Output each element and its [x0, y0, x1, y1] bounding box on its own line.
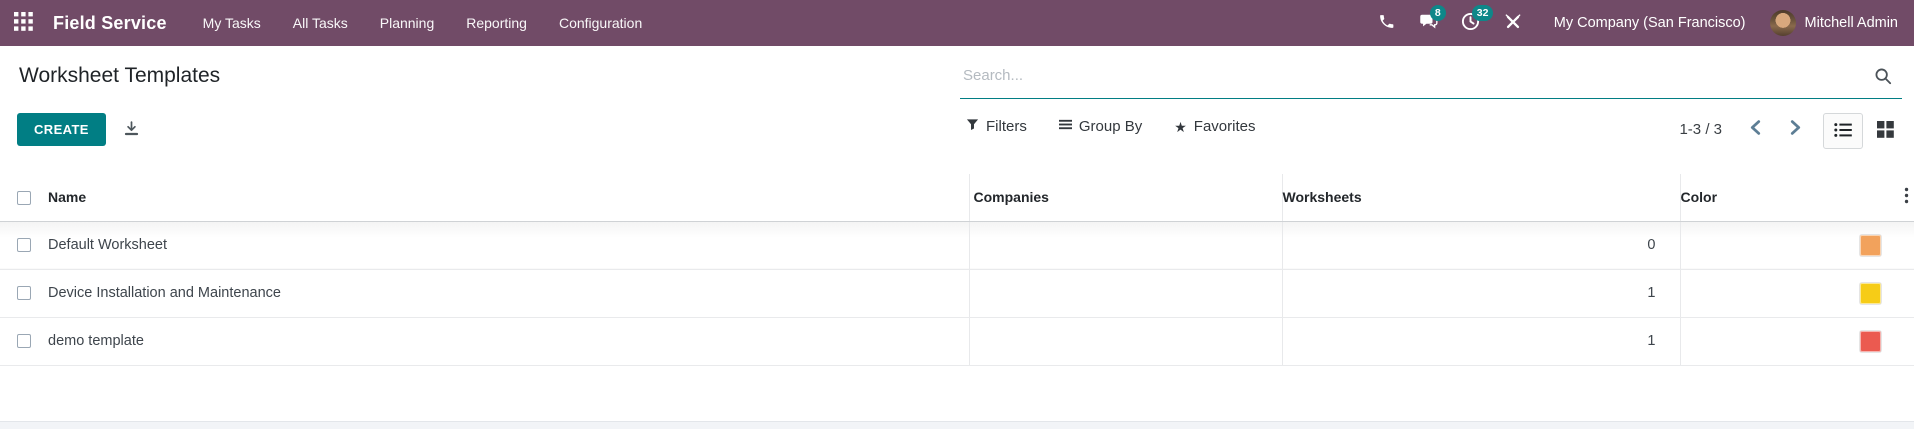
search-icon[interactable] — [1874, 67, 1892, 90]
worksheet-templates-table: Name Companies Worksheets Color Default … — [0, 174, 1914, 366]
row-worksheets[interactable]: 1 — [1281, 317, 1680, 366]
apps-grid-icon — [14, 12, 33, 34]
row-checkbox[interactable] — [17, 334, 31, 349]
nav-menu-item-my-tasks[interactable]: My Tasks — [187, 0, 277, 46]
export-button[interactable] — [123, 120, 140, 140]
column-header-color-label: Color — [1680, 189, 1718, 206]
row-checkbox[interactable] — [17, 286, 31, 301]
nav-menu-item-planning[interactable]: Planning — [364, 0, 451, 46]
page-title: Worksheet Templates — [19, 64, 221, 87]
table-row[interactable]: Device Installation and Maintenance 1 — [0, 269, 1914, 318]
search-bar — [960, 53, 1902, 99]
filter-funnel-icon — [966, 118, 979, 135]
color-swatch[interactable] — [1860, 234, 1881, 256]
nav-menu-item-all-tasks[interactable]: All Tasks — [277, 0, 364, 46]
row-worksheets[interactable]: 1 — [1281, 269, 1680, 318]
pager-value[interactable]: 1-3 / 3 — [1679, 121, 1722, 138]
chevron-right-icon — [1789, 120, 1802, 138]
nav-right: 8 32 My Company (San Francisco) Mitchell… — [1366, 0, 1914, 46]
favorites-label: Favorites — [1193, 118, 1256, 135]
pager: 1-3 / 3 — [1679, 120, 1802, 138]
messages-button[interactable]: 8 — [1408, 0, 1450, 46]
row-name[interactable]: Device Installation and Maintenance — [44, 269, 969, 318]
kanban-view-button[interactable] — [1865, 113, 1905, 149]
optional-columns-toggle[interactable] — [1904, 187, 1909, 208]
filters-label: Filters — [986, 118, 1027, 135]
group-by-label: Group By — [1078, 118, 1143, 135]
bottom-strip — [0, 421, 1914, 429]
table-header-row: Name Companies Worksheets Color — [0, 174, 1914, 222]
row-companies[interactable] — [968, 317, 1282, 366]
row-name[interactable]: demo template — [44, 317, 969, 366]
color-swatch[interactable] — [1860, 282, 1881, 304]
filters-button[interactable]: Filters — [966, 118, 1027, 135]
nav-menu-item-configuration[interactable]: Configuration — [543, 0, 658, 46]
phone-icon — [1378, 13, 1395, 33]
app-name[interactable]: Field Service — [53, 13, 167, 34]
row-companies[interactable] — [968, 269, 1282, 318]
tools-button[interactable] — [1492, 0, 1534, 46]
voip-phone-button[interactable] — [1366, 0, 1408, 46]
color-swatch[interactable] — [1860, 330, 1881, 352]
row-companies[interactable] — [968, 221, 1282, 270]
user-menu[interactable]: Mitchell Admin — [1766, 10, 1914, 36]
column-header-worksheets[interactable]: Worksheets — [1281, 174, 1680, 222]
apps-menu-button[interactable] — [0, 12, 45, 34]
search-options: Filters Group By ★ Favorites — [966, 118, 1255, 135]
download-icon — [123, 120, 140, 140]
row-checkbox[interactable] — [17, 238, 31, 253]
company-switcher[interactable]: My Company (San Francisco) — [1534, 15, 1766, 31]
group-by-icon — [1058, 118, 1072, 135]
select-all-checkbox[interactable] — [17, 191, 31, 206]
top-nav: Field Service My Tasks All Tasks Plannin… — [0, 0, 1914, 46]
group-by-button[interactable]: Group By — [1058, 118, 1143, 135]
tools-icon — [1504, 13, 1522, 34]
list-view-button[interactable] — [1823, 113, 1863, 149]
column-header-companies[interactable]: Companies — [968, 174, 1282, 222]
table-row[interactable]: Default Worksheet 0 — [0, 221, 1914, 270]
row-worksheets[interactable]: 0 — [1281, 221, 1680, 270]
view-switcher — [1823, 113, 1905, 149]
kanban-view-icon — [1876, 121, 1894, 141]
template-rows: Default Worksheet 0 Device Installation … — [0, 221, 1914, 366]
nav-menu: My Tasks All Tasks Planning Reporting Co… — [187, 0, 659, 46]
star-icon: ★ — [1174, 118, 1187, 135]
pager-previous-button[interactable] — [1749, 120, 1762, 138]
column-header-color[interactable]: Color — [1679, 174, 1914, 222]
user-avatar — [1769, 10, 1796, 36]
create-button[interactable]: CREATE — [17, 113, 106, 146]
favorites-button[interactable]: ★ Favorites — [1174, 118, 1255, 135]
vertical-ellipsis-icon — [1904, 187, 1909, 208]
messages-badge: 8 — [1429, 5, 1446, 21]
activities-badge: 32 — [1471, 5, 1494, 21]
control-panel-top: Worksheet Templates — [0, 46, 1914, 99]
activities-button[interactable]: 32 — [1450, 0, 1494, 46]
chevron-left-icon — [1749, 120, 1762, 138]
search-input[interactable] — [960, 53, 1902, 98]
row-name[interactable]: Default Worksheet — [44, 221, 969, 270]
user-name: Mitchell Admin — [1804, 15, 1898, 31]
control-panel-bottom: CREATE Filters Group By ★ Favorites 1-3 … — [0, 99, 1914, 149]
column-header-name[interactable]: Name — [44, 174, 969, 222]
nav-menu-item-reporting[interactable]: Reporting — [450, 0, 543, 46]
pager-next-button[interactable] — [1789, 120, 1802, 138]
table-row[interactable]: demo template 1 — [0, 317, 1914, 366]
list-view-icon — [1834, 122, 1852, 141]
